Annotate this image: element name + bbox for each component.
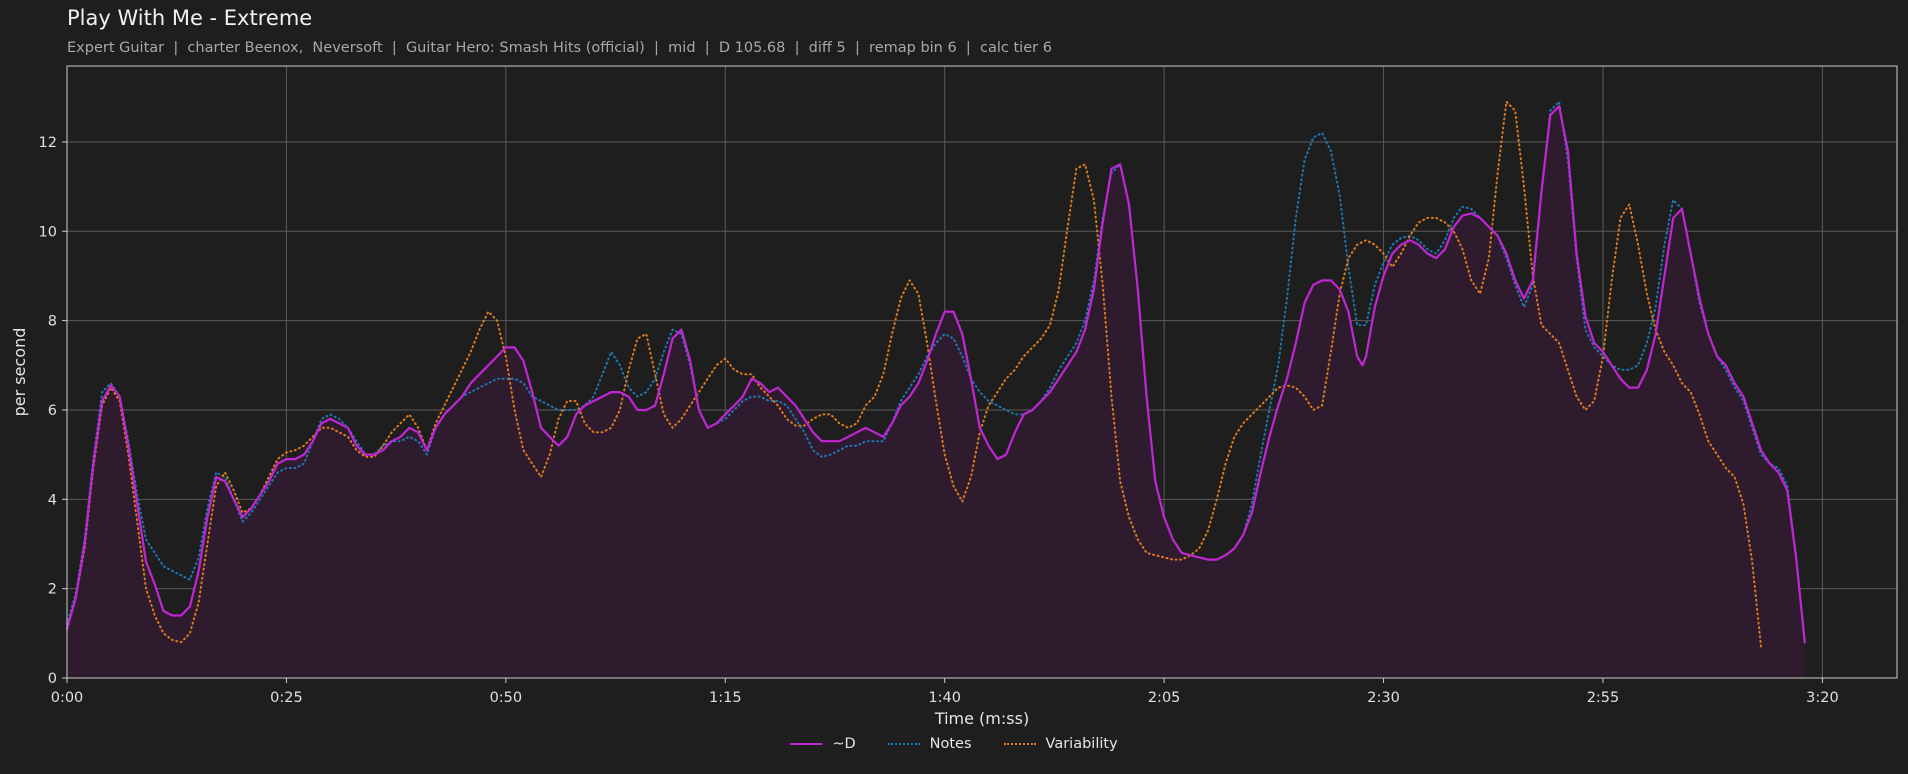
x-axis-label: Time (m:ss) <box>934 709 1029 728</box>
legend: ~D Notes Variability <box>0 736 1908 752</box>
y-tick-label: 0 <box>48 671 57 687</box>
x-tick-label: 2:30 <box>1367 690 1400 706</box>
legend-swatch-d <box>790 743 823 745</box>
y-tick-label: 12 <box>39 135 57 151</box>
y-ticks: 0 2 4 6 8 10 12 <box>39 135 67 687</box>
x-tick-label: 1:15 <box>709 690 742 706</box>
legend-label-notes: Notes <box>929 736 972 752</box>
y-tick-label: 10 <box>39 224 57 240</box>
y-tick-label: 2 <box>48 582 57 598</box>
y-tick-label: 4 <box>48 492 57 508</box>
x-tick-label: 2:05 <box>1148 690 1181 706</box>
x-ticks: 0:00 0:25 0:50 1:15 1:40 2:05 2:30 2:55 3:20 <box>51 678 1839 706</box>
x-tick-label: 0:00 <box>51 690 84 706</box>
x-tick-label: 0:25 <box>270 690 303 706</box>
legend-item-d: ~D <box>790 736 856 752</box>
legend-swatch-variability <box>1003 743 1036 745</box>
legend-item-variability: Variability <box>1003 736 1118 752</box>
legend-label-variability: Variability <box>1045 736 1118 752</box>
d-area-fill <box>67 106 1805 678</box>
x-tick-label: 2:55 <box>1587 690 1620 706</box>
y-axis-label: per second <box>10 328 29 417</box>
legend-item-notes: Notes <box>887 736 972 752</box>
x-tick-label: 1:40 <box>928 690 961 706</box>
y-tick-label: 8 <box>48 314 57 330</box>
chart-plot: 0:00 0:25 0:50 1:15 1:40 2:05 2:30 2:55 3:20 0 2 4… <box>10 65 1898 728</box>
x-tick-label: 0:50 <box>490 690 523 706</box>
x-tick-label: 3:20 <box>1806 690 1839 706</box>
legend-swatch-notes <box>887 743 920 745</box>
legend-label-d: ~D <box>832 736 856 752</box>
y-tick-label: 6 <box>48 403 57 419</box>
